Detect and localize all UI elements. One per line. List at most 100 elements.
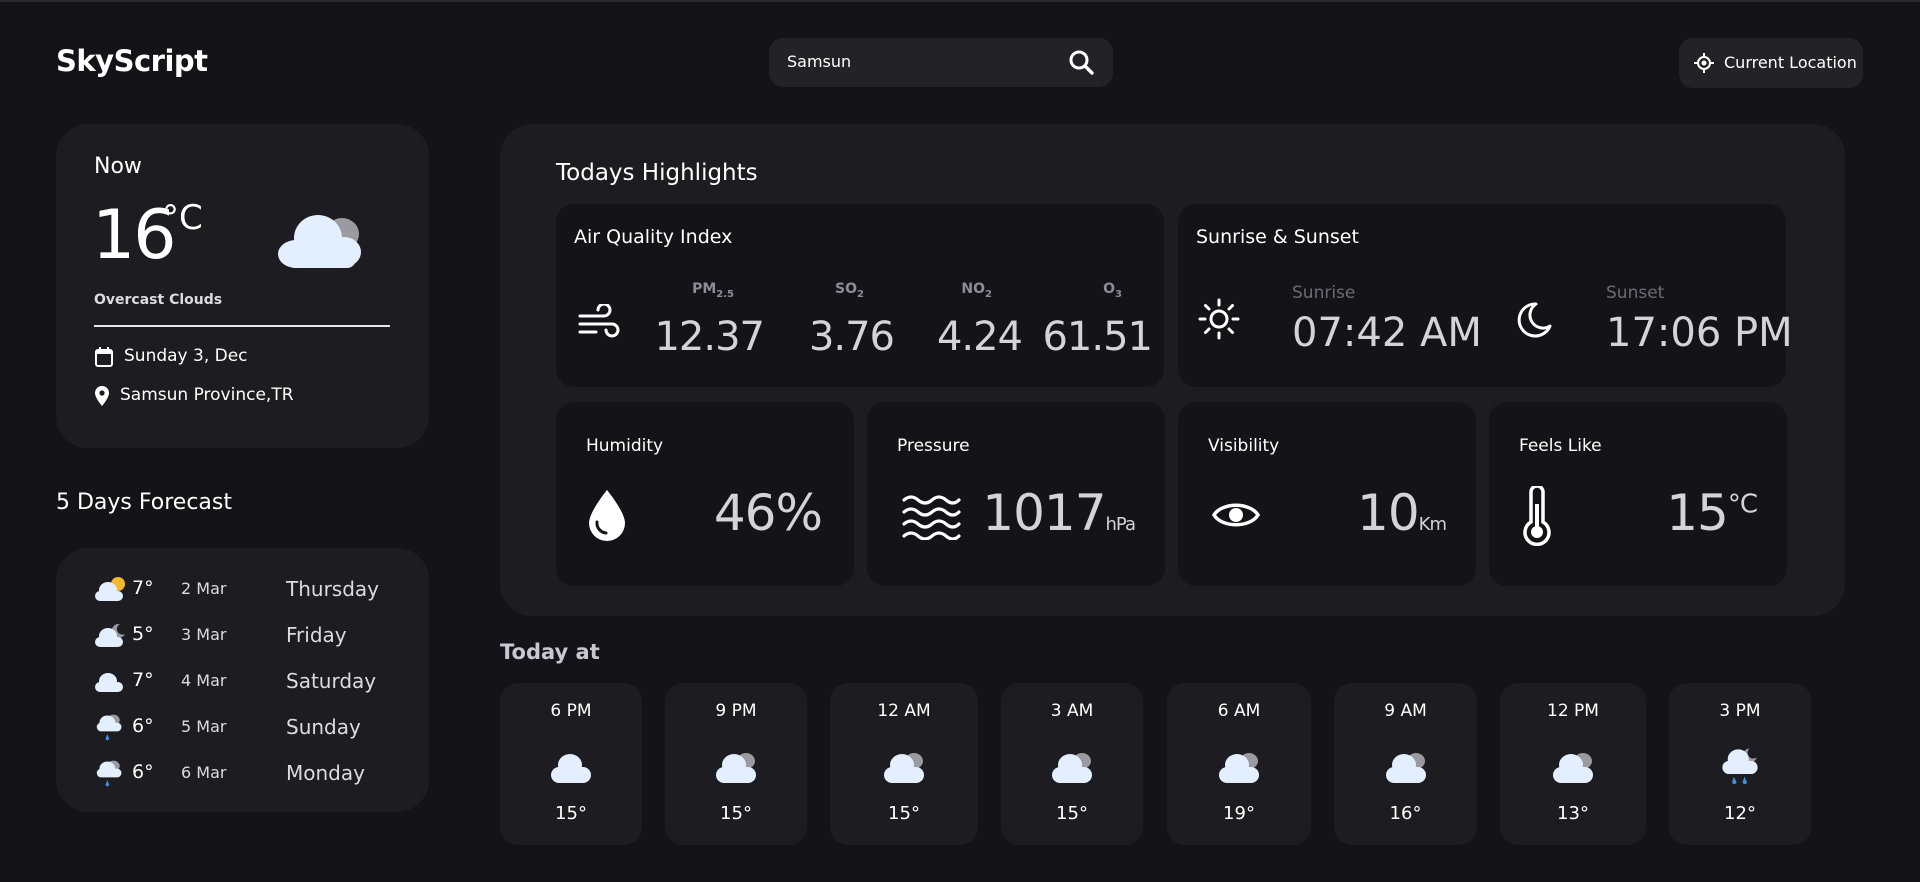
forecast-day: Sunday [286,715,361,739]
cloud-icon [551,754,591,783]
eye-icon [1212,503,1260,527]
so2-value: 3.76 [808,314,895,360]
hour-temp: 19° [1223,803,1255,824]
highlights-title: Todays Highlights [556,160,758,186]
partly-sunny-icon [95,577,125,601]
humidity-label: Humidity [586,436,664,456]
hour-time: 12 AM [877,701,931,721]
forecast-row: 6° 5 Mar Sunday [56,708,429,748]
hour-temp: 16° [1389,803,1422,824]
o3-value: 61.51 [1042,314,1153,360]
now-title: Now [94,154,142,179]
forecast-day: Thursday [286,577,379,601]
forecast-temp: 6° [132,715,154,737]
visibility-unit: Km [1418,514,1447,535]
today-title: Today at [500,640,600,664]
app-logo: SkyScript [56,44,208,78]
hourly-card: 9 PM 15° [665,683,807,845]
current-location-label: Current Location [1724,53,1857,72]
feels-like-label: Feels Like [1519,436,1602,456]
humidity-panel: Humidity 46% [556,402,854,586]
thermometer-icon [1523,486,1551,546]
feels-like-value: 15°C [1666,484,1758,542]
forecast-temp: 5° [132,623,154,645]
forecast-row: 6° 6 Mar Monday [56,754,429,794]
pressure-panel: Pressure 1017hPa [867,402,1165,586]
window-top-border [0,0,1920,2]
so2-label: SO2 [835,281,864,300]
highlights-card: Todays Highlights Air Quality Index PM2.… [500,124,1845,616]
search-input[interactable]: Samsun [787,52,851,71]
pressure-value: 1017hPa [982,484,1137,542]
overcast-clouds-icon [1385,753,1426,783]
hourly-card: 12 PM 13° [1500,683,1646,845]
overcast-clouds-icon [1219,753,1259,783]
current-weather-card: Now 16 °C Overcast Clouds Sunday 3, Dec … [56,124,429,448]
cloud-icon [95,673,123,692]
wind-icon [578,304,620,338]
hourly-card: 6 PM 15° [500,683,642,845]
calendar-icon [95,347,113,367]
hour-temp: 15° [888,803,920,824]
droplet-icon [589,490,625,541]
forecast-day: Saturday [286,669,377,693]
hourly-card: 6 AM 19° [1167,683,1311,845]
hour-temp: 15° [1056,803,1088,824]
sun-icon [1198,298,1240,340]
crosshair-icon [1694,53,1714,73]
hour-time: 9 AM [1384,701,1427,721]
sunrise-value: 07:42 AM [1292,310,1482,356]
o3-label: O3 [1103,281,1122,300]
hour-temp: 15° [720,803,752,824]
forecast-day: Monday [286,761,365,785]
overcast-clouds-icon [278,215,361,268]
feels-like-unit: °C [1727,489,1758,520]
forecast-card: 7° 2 Mar Thursday 5° 3 Mar Friday 7° 4 M… [56,548,429,812]
rain-icon [96,714,122,741]
forecast-date: 5 Mar [181,717,227,736]
forecast-temp: 6° [132,761,154,783]
air-quality-panel: Air Quality Index PM2.5 12.37 SO2 3.76 N… [556,204,1164,387]
forecast-temp: 7° [132,669,154,691]
hourly-card: 12 AM 15° [830,683,978,845]
forecast-day: Friday [286,623,347,647]
hour-temp: 15° [555,803,587,824]
moon-icon [1517,302,1552,338]
forecast-temp: 7° [132,577,154,599]
visibility-value: 10Km [1357,484,1447,542]
feels-like-panel: Feels Like 15°C [1489,402,1787,586]
hour-time: 3 PM [1719,701,1761,721]
forecast-date: 3 Mar [181,625,227,644]
hour-temp: 12° [1724,803,1756,824]
sunset-label: Sunset [1606,283,1665,303]
hourly-card: 3 AM 15° [1001,683,1143,845]
search-bar[interactable]: Samsun [769,38,1113,87]
forecast-row: 7° 2 Mar Thursday [56,570,429,610]
pressure-label: Pressure [897,436,970,456]
humidity-value: 46% [713,484,823,542]
hour-temp: 13° [1557,803,1589,824]
sunrise-label: Sunrise [1292,283,1356,303]
current-date: Sunday 3, Dec [124,346,248,366]
sunset-value: 17:06 PM [1606,310,1793,356]
forecast-row: 7° 4 Mar Saturday [56,662,429,702]
no2-label: NO2 [961,281,992,300]
forecast-title: 5 Days Forecast [56,490,232,515]
pressure-unit: hPa [1105,514,1137,535]
search-icon[interactable] [1067,48,1095,76]
overcast-clouds-icon [884,753,924,783]
hour-time: 12 PM [1547,701,1599,721]
overcast-clouds-icon [1052,753,1092,783]
current-location-button[interactable]: Current Location [1679,38,1863,88]
pm25-value: 12.37 [654,314,765,360]
rain-night-icon [1722,748,1758,785]
visibility-label: Visibility [1208,436,1280,456]
sun-title: Sunrise & Sunset [1196,226,1359,248]
partly-cloudy-night-icon [95,623,125,647]
sunrise-sunset-panel: Sunrise & Sunset Sunrise 07:42 AM Sunset… [1178,204,1793,387]
forecast-date: 6 Mar [181,763,227,782]
weather-condition: Overcast Clouds [94,292,223,308]
air-quality-title: Air Quality Index [574,226,733,248]
rain-icon [96,760,122,787]
hour-time: 9 PM [715,701,757,721]
